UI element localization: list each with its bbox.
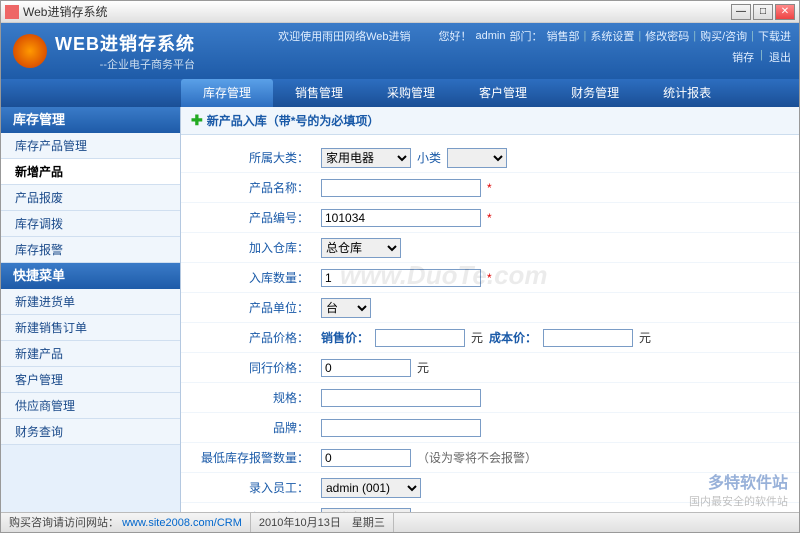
form-title: ✚ 新产品入库（带*号的为必填项） <box>181 107 799 135</box>
status-site[interactable]: www.site2008.com/CRM <box>122 517 242 529</box>
select-category[interactable]: 家用电器 <box>321 148 411 168</box>
select-subcategory[interactable] <box>447 148 507 168</box>
required-mark: * <box>487 271 492 285</box>
link-logout[interactable]: 退出 <box>769 49 791 63</box>
link-inventory[interactable]: 销存 <box>732 49 754 63</box>
sidebar-item-new-product[interactable]: 新建产品 <box>1 341 180 367</box>
label-peer: 同行价格： <box>181 359 321 376</box>
select-unit[interactable]: 台 <box>321 298 371 318</box>
input-sale-price[interactable] <box>375 329 465 347</box>
unit-yuan: 元 <box>471 329 483 346</box>
user-name: admin <box>476 30 506 42</box>
select-warehouse[interactable]: 总仓库 <box>321 238 401 258</box>
label-subcategory: 小类 <box>417 149 441 166</box>
select-staff[interactable]: admin (001) <box>321 478 421 498</box>
minimize-button[interactable]: — <box>731 4 751 20</box>
label-spec: 规格： <box>181 389 321 406</box>
input-spec[interactable] <box>321 389 481 407</box>
status-date: 2010年10月13日 星期三 <box>251 513 394 532</box>
sidebar-item-new-sale[interactable]: 新建销售订单 <box>1 315 180 341</box>
nav-purchase[interactable]: 采购管理 <box>365 79 457 107</box>
input-name[interactable] <box>321 179 481 197</box>
sidebar-item-product-manage[interactable]: 库存产品管理 <box>1 133 180 159</box>
label-unit: 产品单位： <box>181 299 321 316</box>
top-info-bar: 欢迎使用雨田网络Web进销 您好！ admin 部门： 销售部 | 系统设置 |… <box>221 23 799 49</box>
header: WEB进销存系统 --企业电子商务平台 欢迎使用雨田网络Web进销 您好！ ad… <box>1 23 799 79</box>
welcome-text: 欢迎使用雨田网络Web进销 <box>278 28 410 44</box>
input-qty[interactable] <box>321 269 481 287</box>
logo-icon <box>13 34 47 68</box>
input-cost-price[interactable] <box>543 329 633 347</box>
link-purchase-consult[interactable]: 购买/咨询 <box>700 28 747 44</box>
nav-customer[interactable]: 客户管理 <box>457 79 549 107</box>
input-peer[interactable] <box>321 359 411 377</box>
input-code[interactable] <box>321 209 481 227</box>
app-icon <box>5 5 19 19</box>
link-system-settings[interactable]: 系统设置 <box>590 28 634 44</box>
watermark-corner: 多特软件站 国内最安全的软件站 <box>689 469 788 509</box>
unit-yuan: 元 <box>639 329 651 346</box>
status-bar: 购买咨询请访问网站： www.site2008.com/CRM 2010年10月… <box>1 512 799 532</box>
label-alarm: 最低库存报警数量： <box>181 449 321 466</box>
window-title: Web进销存系统 <box>23 3 731 20</box>
dept-value: 销售部 <box>547 28 580 44</box>
unit-yuan: 元 <box>417 359 429 376</box>
label-staff: 录入员工： <box>181 479 321 496</box>
sidebar-item-supplier[interactable]: 供应商管理 <box>1 393 180 419</box>
sidebar-item-scrap[interactable]: 产品报废 <box>1 185 180 211</box>
required-mark: * <box>487 181 492 195</box>
sidebar-item-add-product[interactable]: 新增产品 <box>1 159 180 185</box>
main-nav: 库存管理 销售管理 采购管理 客户管理 财务管理 统计报表 <box>1 79 799 107</box>
sidebar-header-quick: 快捷菜单 <box>1 263 180 289</box>
sidebar-item-alarm[interactable]: 库存报警 <box>1 237 180 263</box>
sidebar-item-finance-query[interactable]: 财务查询 <box>1 419 180 445</box>
logo-subtitle: --企业电子商务平台 <box>55 56 195 72</box>
label-cost-price: 成本价： <box>489 329 537 346</box>
content-area: ✚ 新产品入库（带*号的为必填项） 所属大类： 家用电器 小类 产品名称： <box>181 107 799 512</box>
label-warehouse: 加入仓库： <box>181 239 321 256</box>
sidebar-item-new-purchase[interactable]: 新建进货单 <box>1 289 180 315</box>
label-sale-price: 销售价： <box>321 329 369 346</box>
dept-label: 部门： <box>510 28 543 44</box>
label-brand: 品牌： <box>181 419 321 436</box>
greet-label: 您好！ <box>439 28 472 44</box>
titlebar: Web进销存系统 — □ ✕ <box>1 1 799 23</box>
sidebar-item-customer[interactable]: 客户管理 <box>1 367 180 393</box>
input-alarm[interactable] <box>321 449 411 467</box>
label-category: 所属大类： <box>181 149 321 166</box>
nav-reports[interactable]: 统计报表 <box>641 79 733 107</box>
input-brand[interactable] <box>321 419 481 437</box>
sidebar: 库存管理 库存产品管理 新增产品 产品报废 库存调拨 库存报警 快捷菜单 新建进… <box>1 107 181 512</box>
plus-icon: ✚ <box>191 112 203 129</box>
label-price: 产品价格： <box>181 329 321 346</box>
maximize-button[interactable]: □ <box>753 4 773 20</box>
required-mark: * <box>487 211 492 225</box>
app-window: Web进销存系统 — □ ✕ WEB进销存系统 --企业电子商务平台 欢迎使用雨… <box>0 0 800 533</box>
label-qty: 入库数量： <box>181 269 321 286</box>
label-code: 产品编号： <box>181 209 321 226</box>
logo-title: WEB进销存系统 <box>55 30 195 56</box>
link-download[interactable]: 下载进 <box>758 28 791 44</box>
link-change-password[interactable]: 修改密码 <box>645 28 689 44</box>
sidebar-header-inventory: 库存管理 <box>1 107 180 133</box>
nav-inventory[interactable]: 库存管理 <box>181 79 273 107</box>
hint-alarm: （设为零将不会报警） <box>417 449 537 466</box>
label-name: 产品名称： <box>181 179 321 196</box>
nav-finance[interactable]: 财务管理 <box>549 79 641 107</box>
nav-sales[interactable]: 销售管理 <box>273 79 365 107</box>
close-button[interactable]: ✕ <box>775 4 795 20</box>
sidebar-item-transfer[interactable]: 库存调拨 <box>1 211 180 237</box>
status-label: 购买咨询请访问网站： <box>9 517 119 529</box>
